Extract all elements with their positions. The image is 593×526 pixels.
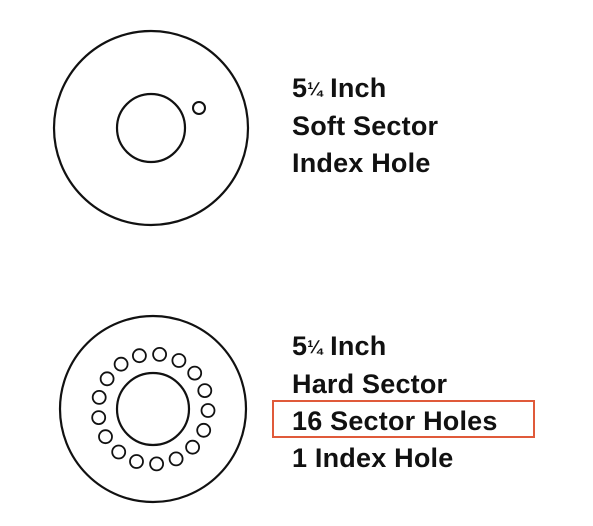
hard-disk-sector-holes [91, 346, 216, 472]
sector-hole [91, 410, 107, 426]
soft-sector-size-line: 5¼ Inch [292, 70, 438, 108]
sector-hole [113, 356, 129, 372]
soft-sector-type: Soft Sector [292, 111, 439, 141]
hard-sector-type: Hard Sector [292, 369, 448, 399]
sector-hole [149, 456, 165, 472]
soft-disk-outer-edge [52, 29, 250, 227]
sector-hole [129, 454, 144, 469]
floppy-disk-diagram: 5¼ Inch Soft Sector Index Hole 5¼ Inch H… [0, 0, 593, 526]
sector-hole [187, 365, 203, 381]
hard-sector-size-whole: 5 [292, 331, 308, 361]
soft-sector-size-fraction: ¼ [307, 79, 323, 99]
sector-hole [91, 389, 107, 405]
hard-sector-size-line: 5¼ Inch [292, 328, 498, 366]
sector-hole [200, 403, 216, 418]
sector-hole [196, 422, 212, 438]
sector-hole [152, 346, 168, 362]
soft-sector-label: 5¼ Inch Soft Sector Index Hole [292, 70, 438, 182]
sector-hole [171, 353, 187, 368]
soft-sector-index-hole-text: Index Hole [292, 148, 431, 178]
soft-sector-size-whole: 5 [292, 73, 308, 103]
hard-disk-center-hole [115, 371, 191, 447]
sector-holes-highlight-box [272, 400, 535, 438]
soft-sector-size-unit: Inch [330, 73, 387, 103]
soft-disk-index-hole [192, 101, 206, 115]
soft-sector-disk [52, 29, 250, 227]
hard-sector-size-fraction: ¼ [307, 337, 323, 357]
hard-sector-size-unit: Inch [330, 331, 387, 361]
sector-hole [168, 451, 184, 467]
soft-disk-center-hole [115, 92, 187, 164]
sector-hole [185, 439, 201, 455]
sector-hole [98, 429, 113, 445]
sector-hole [111, 444, 127, 460]
sector-hole [99, 371, 115, 387]
sector-hole [131, 348, 147, 364]
hard-disk-outer-edge [58, 314, 248, 504]
hard-sector-index-hole-text: 1 Index Hole [292, 443, 454, 473]
sector-hole [197, 383, 213, 399]
hard-sector-disk [58, 314, 248, 504]
